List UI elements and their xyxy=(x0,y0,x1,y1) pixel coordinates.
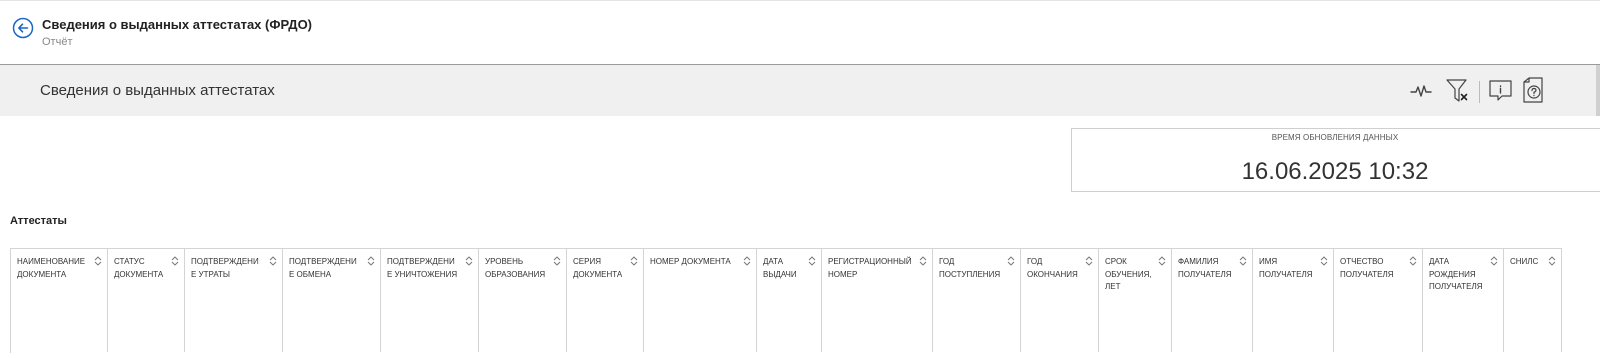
column-header-label: ПОДТВЕРЖДЕНИЕ УТРАТЫ xyxy=(191,257,259,279)
scrollbar[interactable] xyxy=(1596,65,1600,116)
help-button[interactable] xyxy=(1520,77,1548,105)
update-time-card: ВРЕМЯ ОБНОВЛЕНИЯ ДАННЫХ 16.06.2025 10:32 xyxy=(1071,128,1600,192)
column-header-label: СТАТУС ДОКУМЕНТА xyxy=(114,257,164,279)
column-header-label: ИМЯ ПОЛУЧАТЕЛЯ xyxy=(1259,257,1313,279)
help-icon xyxy=(1523,77,1543,103)
column-header[interactable]: ПОДТВЕРЖДЕНИЕ УТРАТЫ xyxy=(185,249,283,352)
column-header-label: СЕРИЯ ДОКУМЕНТА xyxy=(573,257,623,279)
column-header[interactable]: СЕРИЯ ДОКУМЕНТА xyxy=(567,249,644,352)
column-header-label: РЕГИСТРАЦИОННЫЙ НОМЕР xyxy=(828,257,912,279)
column-header[interactable]: ОТЧЕСТВО ПОЛУЧАТЕЛЯ xyxy=(1334,249,1423,352)
column-header[interactable]: ПОДТВЕРЖДЕНИЕ УНИЧТОЖЕНИЯ xyxy=(381,249,479,352)
column-header-label: ПОДТВЕРЖДЕНИЕ УНИЧТОЖЕНИЯ xyxy=(387,257,458,279)
column-header[interactable]: ПОДТВЕРЖДЕНИЕ ОБМЕНА xyxy=(283,249,381,352)
activity-button[interactable] xyxy=(1407,77,1435,105)
sort-icon[interactable] xyxy=(1408,255,1418,267)
top-header: Сведения о выданных аттестатах (ФРДО) От… xyxy=(0,0,1600,65)
sort-icon[interactable] xyxy=(1238,255,1248,267)
sort-icon[interactable] xyxy=(1157,255,1167,267)
sort-icon[interactable] xyxy=(629,255,639,267)
sort-icon[interactable] xyxy=(742,255,752,267)
column-header-label: ГОД ПОСТУПЛЕНИЯ xyxy=(939,257,1001,279)
column-header-label: СНИЛС xyxy=(1510,257,1539,266)
table-title: Аттестаты xyxy=(10,215,67,227)
sort-icon[interactable] xyxy=(1489,255,1499,267)
column-header-label: ГОД ОКОНЧАНИЯ xyxy=(1027,257,1078,279)
sort-icon[interactable] xyxy=(1006,255,1016,267)
sort-icon[interactable] xyxy=(1084,255,1094,267)
column-header[interactable]: ФАМИЛИЯ ПОЛУЧАТЕЛЯ xyxy=(1172,249,1253,352)
sort-icon[interactable] xyxy=(1319,255,1329,267)
sort-icon[interactable] xyxy=(93,255,103,267)
report-title: Сведения о выданных аттестатах xyxy=(40,82,275,99)
column-header[interactable]: ГОД ПОСТУПЛЕНИЯ xyxy=(933,249,1021,352)
column-header[interactable]: СРОК ОБУЧЕНИЯ, ЛЕТ xyxy=(1099,249,1172,352)
column-header[interactable]: ГОД ОКОНЧАНИЯ xyxy=(1021,249,1099,352)
update-time-label: ВРЕМЯ ОБНОВЛЕНИЯ ДАННЫХ xyxy=(1271,133,1399,142)
info-button[interactable] xyxy=(1487,77,1515,105)
back-button[interactable] xyxy=(12,17,34,39)
column-header[interactable]: СТАТУС ДОКУМЕНТА xyxy=(108,249,185,352)
clear-filter-button[interactable] xyxy=(1444,77,1472,105)
table-header: НАИМЕНОВАНИЕ ДОКУМЕНТА СТАТУС ДОКУМЕНТА ПО… xyxy=(10,248,1562,353)
sort-icon[interactable] xyxy=(918,255,928,267)
pulse-icon xyxy=(1410,85,1432,97)
sort-icon[interactable] xyxy=(1547,255,1557,267)
report-bar: Сведения о выданных аттестатах xyxy=(0,65,1600,116)
arrow-left-circle-icon xyxy=(12,17,34,39)
toolbar-divider xyxy=(1479,81,1480,103)
column-header-label: СРОК ОБУЧЕНИЯ, ЛЕТ xyxy=(1105,257,1152,291)
column-header[interactable]: РЕГИСТРАЦИОННЫЙ НОМЕР xyxy=(822,249,933,352)
sort-icon[interactable] xyxy=(552,255,562,267)
column-header[interactable]: ДАТА РОЖДЕНИЯ ПОЛУЧАТЕЛЯ xyxy=(1423,249,1504,352)
column-header-label: НОМЕР ДОКУМЕНТА xyxy=(650,257,731,266)
update-time-value: 16.06.2025 10:32 xyxy=(1241,158,1429,185)
column-header-label: ФАМИЛИЯ ПОЛУЧАТЕЛЯ xyxy=(1178,257,1232,279)
page-title: Сведения о выданных аттестатах (ФРДО) xyxy=(42,17,313,32)
column-header[interactable]: ДАТА ВЫДАЧИ xyxy=(757,249,822,352)
info-icon xyxy=(1489,80,1512,101)
sort-icon[interactable] xyxy=(268,255,278,267)
column-header-label: ДАТА РОЖДЕНИЯ ПОЛУЧАТЕЛЯ xyxy=(1429,257,1483,291)
sort-icon[interactable] xyxy=(366,255,376,267)
column-header-label: ПОДТВЕРЖДЕНИЕ ОБМЕНА xyxy=(289,257,357,279)
column-header-label: ДАТА ВЫДАЧИ xyxy=(763,257,797,279)
column-header[interactable]: СНИЛС xyxy=(1504,249,1562,352)
clear-filter-icon xyxy=(1446,79,1468,102)
sort-icon[interactable] xyxy=(807,255,817,267)
column-header[interactable]: ИМЯ ПОЛУЧАТЕЛЯ xyxy=(1253,249,1334,352)
sort-icon[interactable] xyxy=(464,255,474,267)
column-header-label: НАИМЕНОВАНИЕ ДОКУМЕНТА xyxy=(17,257,86,279)
column-header[interactable]: НОМЕР ДОКУМЕНТА xyxy=(644,249,757,352)
column-header-label: УРОВЕНЬ ОБРАЗОВАНИЯ xyxy=(485,257,546,279)
column-header-label: ОТЧЕСТВО ПОЛУЧАТЕЛЯ xyxy=(1340,257,1394,279)
sort-icon[interactable] xyxy=(170,255,180,267)
column-header[interactable]: НАИМЕНОВАНИЕ ДОКУМЕНТА xyxy=(11,249,108,352)
page-subtitle: Отчёт xyxy=(42,36,73,48)
column-header[interactable]: УРОВЕНЬ ОБРАЗОВАНИЯ xyxy=(479,249,567,352)
